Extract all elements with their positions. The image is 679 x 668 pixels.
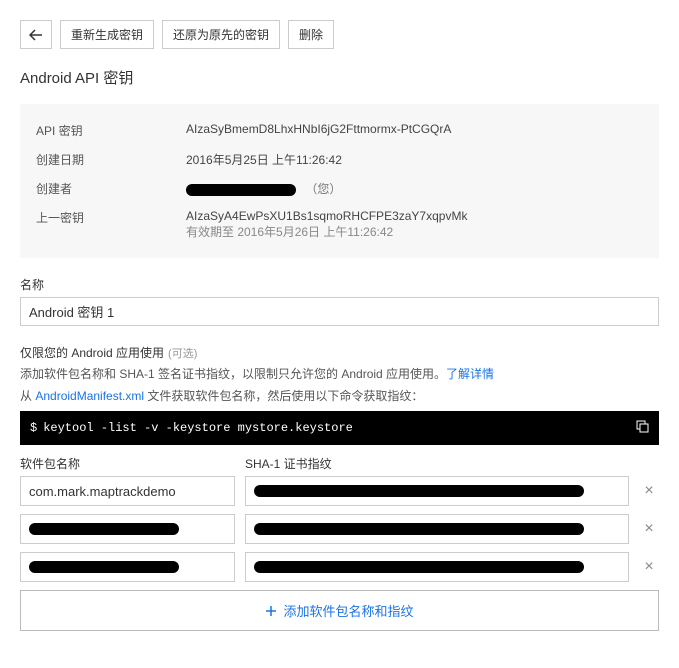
optional-label: (可选) bbox=[168, 348, 197, 360]
restrict-desc-2: 从 AndroidManifest.xml 文件获取软件包名称，然后使用以下命令… bbox=[20, 387, 659, 405]
arrow-left-icon bbox=[29, 29, 43, 41]
prev-key-label: 上一密钥 bbox=[36, 209, 186, 240]
pkg-table-header: 软件包名称 SHA-1 证书指纹 bbox=[20, 455, 659, 472]
sha-header-label: SHA-1 证书指纹 bbox=[245, 455, 659, 472]
remove-row-button[interactable]: × bbox=[639, 558, 659, 576]
name-input[interactable] bbox=[20, 297, 659, 326]
creator-value: （您） bbox=[186, 180, 643, 197]
toolbar: 重新生成密钥 还原为原先的密钥 删除 bbox=[20, 20, 659, 49]
sha-input[interactable] bbox=[245, 514, 629, 544]
name-label: 名称 bbox=[20, 276, 659, 293]
redacted-pkg bbox=[29, 523, 179, 535]
remove-row-button[interactable]: × bbox=[639, 482, 659, 500]
redacted-sha bbox=[254, 485, 584, 497]
prev-key-expiry: 有效期至 2016年5月26日 上午11:26:42 bbox=[186, 223, 643, 240]
created-value: 2016年5月25日 上午11:26:42 bbox=[186, 151, 643, 168]
pkg-input[interactable] bbox=[20, 476, 235, 506]
prev-key-value: AIzaSyA4EwPsXU1Bs1sqmoRHCFPE3zaY7xqpvMk bbox=[186, 209, 643, 223]
command-text: keytool -list -v -keystore mystore.keyst… bbox=[43, 421, 353, 435]
redacted-sha bbox=[254, 561, 584, 573]
learn-more-link[interactable]: 了解详情 bbox=[446, 367, 494, 381]
plus-icon bbox=[265, 605, 277, 617]
info-block: API 密钥 AIzaSyBmemD8LhxHNbI6jG2Fttmormx-P… bbox=[20, 104, 659, 258]
creator-label: 创建者 bbox=[36, 180, 186, 197]
redacted-sha bbox=[254, 523, 584, 535]
pkg-row: × bbox=[20, 476, 659, 506]
created-label: 创建日期 bbox=[36, 151, 186, 168]
back-button[interactable] bbox=[20, 20, 52, 49]
redacted-pkg bbox=[29, 561, 179, 573]
pkg-row: × bbox=[20, 514, 659, 544]
prompt-symbol: $ bbox=[30, 421, 37, 435]
add-pkg-label: 添加软件包名称和指纹 bbox=[283, 601, 413, 620]
sha-input[interactable] bbox=[245, 476, 629, 506]
copy-icon[interactable] bbox=[635, 419, 649, 437]
delete-button[interactable]: 删除 bbox=[288, 20, 334, 49]
add-pkg-button[interactable]: 添加软件包名称和指纹 bbox=[20, 590, 659, 631]
manifest-link[interactable]: AndroidManifest.xml bbox=[35, 389, 144, 403]
remove-row-button[interactable]: × bbox=[639, 520, 659, 538]
api-key-label: API 密钥 bbox=[36, 122, 186, 139]
restrict-desc-1: 添加软件包名称和 SHA-1 签名证书指纹，以限制只允许您的 Android 应… bbox=[20, 365, 659, 383]
pkg-row: × bbox=[20, 552, 659, 582]
redacted-creator bbox=[186, 184, 296, 196]
creator-you: （您） bbox=[305, 182, 341, 196]
regenerate-button[interactable]: 重新生成密钥 bbox=[60, 20, 154, 49]
pkg-header-label: 软件包名称 bbox=[20, 455, 245, 472]
sha-input[interactable] bbox=[245, 552, 629, 582]
page-title: Android API 密钥 bbox=[20, 67, 659, 88]
pkg-input[interactable] bbox=[20, 552, 235, 582]
api-key-value: AIzaSyBmemD8LhxHNbI6jG2Fttmormx-PtCGQrA bbox=[186, 122, 643, 139]
pkg-input[interactable] bbox=[20, 514, 235, 544]
restrict-title: 仅限您的 Android 应用使用 bbox=[20, 346, 164, 360]
command-block: $ keytool -list -v -keystore mystore.key… bbox=[20, 411, 659, 445]
revert-button[interactable]: 还原为原先的密钥 bbox=[162, 20, 280, 49]
